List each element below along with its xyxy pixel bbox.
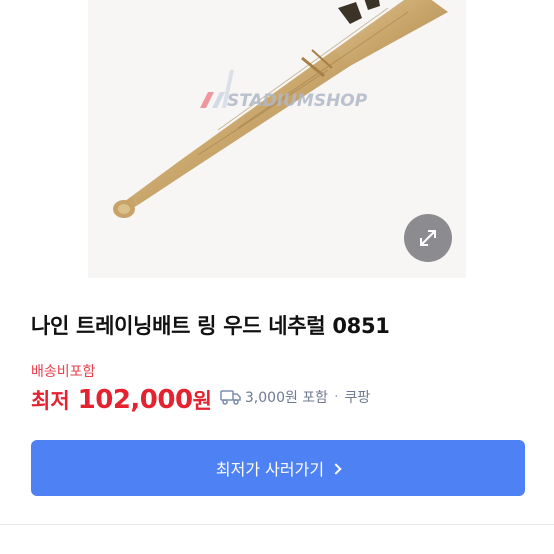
- separator-dot: ·: [334, 389, 339, 405]
- shipping-info: 3,000원 포함 · 쿠팡: [220, 387, 370, 407]
- buy-button-label: 최저가 사러가기: [215, 460, 325, 479]
- shipping-included-label: 배송비포함: [31, 364, 96, 380]
- shipping-fee: 3,000원 포함: [244, 390, 329, 406]
- seller-name: 쿠팡: [344, 390, 371, 406]
- section-divider: [0, 524, 554, 525]
- price-value: 102,000: [77, 385, 193, 415]
- price-row: 최저 102,000 원 3,000원 포함 · 쿠팡: [31, 385, 370, 419]
- watermark-text: STADIUMSHOP: [227, 91, 368, 111]
- expand-image-button[interactable]: [404, 214, 452, 262]
- expand-arrows-icon: [420, 230, 436, 246]
- chevron-right-icon: [330, 463, 342, 475]
- product-title: 나인 트레이닝배트 링 우드 네추럴 0851: [31, 314, 390, 338]
- buy-lowest-price-button[interactable]: 최저가 사러가기: [31, 440, 525, 496]
- price-prefix: 최저: [31, 389, 70, 413]
- delivery-truck-icon: [220, 390, 241, 405]
- price-unit: 원: [192, 389, 212, 413]
